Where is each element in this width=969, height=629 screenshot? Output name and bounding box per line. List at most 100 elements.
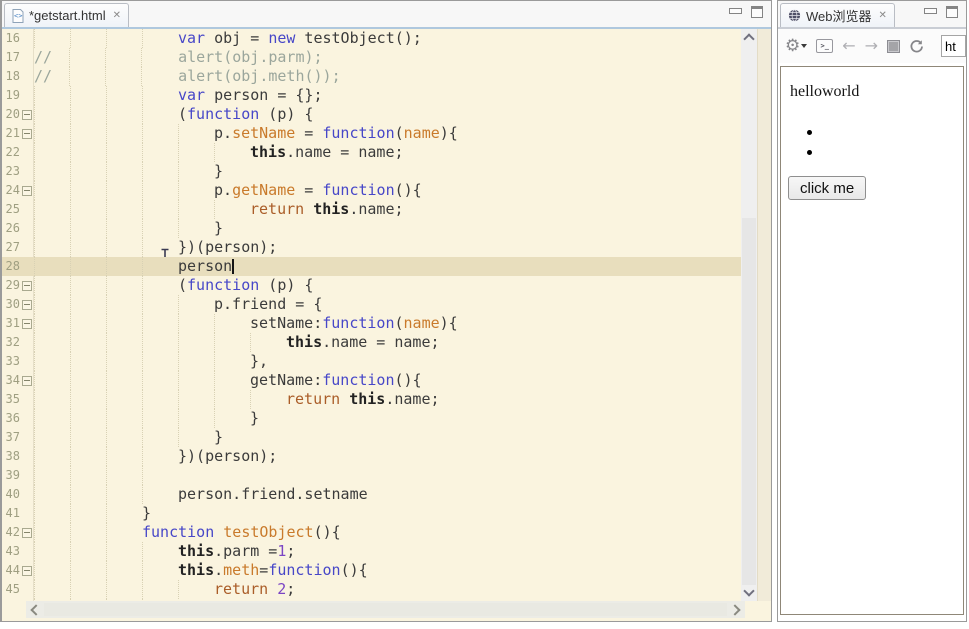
gear-icon: ⚙ [785, 38, 800, 55]
globe-icon [788, 9, 801, 22]
code-line[interactable]: 44this.meth=function(){ [2, 561, 741, 580]
maximize-icon[interactable] [946, 6, 958, 18]
line-number: 38 [2, 447, 20, 466]
back-button[interactable]: ← [842, 38, 855, 54]
code-line[interactable]: 35return this.name; [2, 390, 741, 409]
tab-getstart[interactable]: <> *getstart.html ✕ [4, 3, 129, 27]
code-line[interactable]: 31setName:function(name){ [2, 314, 741, 333]
fold-toggle-icon[interactable] [22, 186, 32, 196]
line-number: 18 [2, 67, 20, 86]
fold-toggle-icon[interactable] [22, 281, 32, 291]
code-line[interactable]: 33}, [2, 352, 741, 371]
line-number: 23 [2, 162, 20, 181]
page-heading: helloworld [790, 83, 963, 101]
code-line[interactable]: 20(function (p) { [2, 105, 741, 124]
stop-button[interactable] [887, 40, 900, 53]
code-line[interactable]: 37} [2, 428, 741, 447]
code-line[interactable]: 39 [2, 466, 741, 485]
code-line[interactable]: 38})(person); [2, 447, 741, 466]
line-number: 41 [2, 504, 20, 523]
code-line[interactable]: 45return 2; [2, 580, 741, 599]
minimize-icon[interactable] [729, 8, 742, 14]
click-me-button[interactable]: click me [788, 176, 866, 200]
scroll-up-icon[interactable] [743, 33, 754, 44]
code-line[interactable]: 36} [2, 409, 741, 428]
code-line[interactable]: 26} [2, 219, 741, 238]
code-line[interactable]: 42function testObject(){ [2, 523, 741, 542]
fold-toggle-icon[interactable] [22, 319, 32, 329]
forward-button[interactable]: → [865, 38, 878, 54]
scrollbar-thumb[interactable] [742, 218, 756, 585]
line-number: 16 [2, 29, 20, 48]
line-number: 42 [2, 523, 20, 542]
line-number: 46 [2, 599, 20, 601]
code-line[interactable]: 29(function (p) { [2, 276, 741, 295]
line-number: 28 [2, 257, 20, 276]
scrollbar-thumb[interactable] [44, 603, 727, 616]
horizontal-scrollbar[interactable] [2, 601, 771, 618]
line-number: 37 [2, 428, 20, 447]
overview-ruler [757, 29, 771, 601]
console-button[interactable]: >_ [816, 39, 833, 53]
code-line[interactable]: 43this.parm =1; [2, 542, 741, 561]
scroll-right-icon[interactable] [729, 604, 740, 615]
code-editor: 16var obj = new testObject();17//alert(o… [2, 29, 771, 601]
code-line[interactable]: 41} [2, 504, 741, 523]
line-number: 36 [2, 409, 20, 428]
tab-close-icon[interactable]: ✕ [879, 10, 887, 21]
fold-toggle-icon[interactable] [22, 528, 32, 538]
code-line[interactable]: 16var obj = new testObject(); [2, 29, 741, 48]
url-input[interactable] [941, 35, 966, 57]
browser-content: helloworld click me [780, 66, 964, 615]
line-number: 33 [2, 352, 20, 371]
scroll-left-icon[interactable] [30, 604, 41, 615]
fold-toggle-icon[interactable] [22, 110, 32, 120]
fold-toggle-icon[interactable] [22, 300, 32, 310]
line-number: 45 [2, 580, 20, 599]
code-line[interactable]: 34getName:function(){ [2, 371, 741, 390]
code-line[interactable]: 21p.setName = function(name){ [2, 124, 741, 143]
code-line[interactable]: 28person [2, 257, 741, 276]
svg-text:<>: <> [14, 12, 22, 20]
tab-web-browser[interactable]: Web浏览器 ✕ [780, 3, 895, 27]
code-line[interactable]: 23} [2, 162, 741, 181]
editor-tab-bar: <> *getstart.html ✕ [2, 1, 771, 29]
fold-toggle-icon[interactable] [22, 376, 32, 386]
code-line[interactable]: 32this.name = name; [2, 333, 741, 352]
line-number: 21 [2, 124, 20, 143]
vertical-scrollbar[interactable] [741, 29, 757, 601]
minimize-icon[interactable] [924, 8, 937, 14]
stop-icon [887, 40, 900, 53]
line-number: 24 [2, 181, 20, 200]
line-number: 27 [2, 238, 20, 257]
dropdown-arrow-icon[interactable] [801, 44, 807, 48]
list-item [817, 123, 963, 143]
code-line[interactable]: 17//alert(obj.parm); [2, 48, 741, 67]
line-number: 29 [2, 276, 20, 295]
code-line[interactable]: 22this.name = name; [2, 143, 741, 162]
fold-toggle-icon[interactable] [22, 129, 32, 139]
settings-button[interactable]: ⚙ [785, 38, 807, 55]
code-line[interactable]: 18//alert(obj.meth()); [2, 67, 741, 86]
fold-toggle-icon[interactable] [22, 566, 32, 576]
code-line[interactable]: 19var person = {}; [2, 86, 741, 105]
scroll-down-icon[interactable] [743, 585, 754, 596]
line-number: 35 [2, 390, 20, 409]
code-line[interactable]: 24p.getName = function(){ [2, 181, 741, 200]
code-line[interactable]: 30p.friend = { [2, 295, 741, 314]
line-number: 19 [2, 86, 20, 105]
tab-close-icon[interactable]: ✕ [113, 10, 121, 21]
code-lines[interactable]: 16var obj = new testObject();17//alert(o… [2, 29, 741, 601]
refresh-button[interactable] [909, 39, 924, 54]
line-number: 31 [2, 314, 20, 333]
code-line[interactable]: 27})(person); [2, 238, 741, 257]
browser-tab-bar: Web浏览器 ✕ [778, 1, 966, 29]
code-line[interactable]: 25return this.name; [2, 200, 741, 219]
line-number: 22 [2, 143, 20, 162]
list-item [817, 143, 963, 163]
maximize-icon[interactable] [751, 6, 763, 18]
code-line[interactable]: 40person.friend.setname [2, 485, 741, 504]
editor-bottom-pad [2, 618, 771, 621]
editor-panel: <> *getstart.html ✕ 16var obj = new test… [0, 0, 772, 622]
forward-arrow-icon: → [865, 38, 878, 54]
